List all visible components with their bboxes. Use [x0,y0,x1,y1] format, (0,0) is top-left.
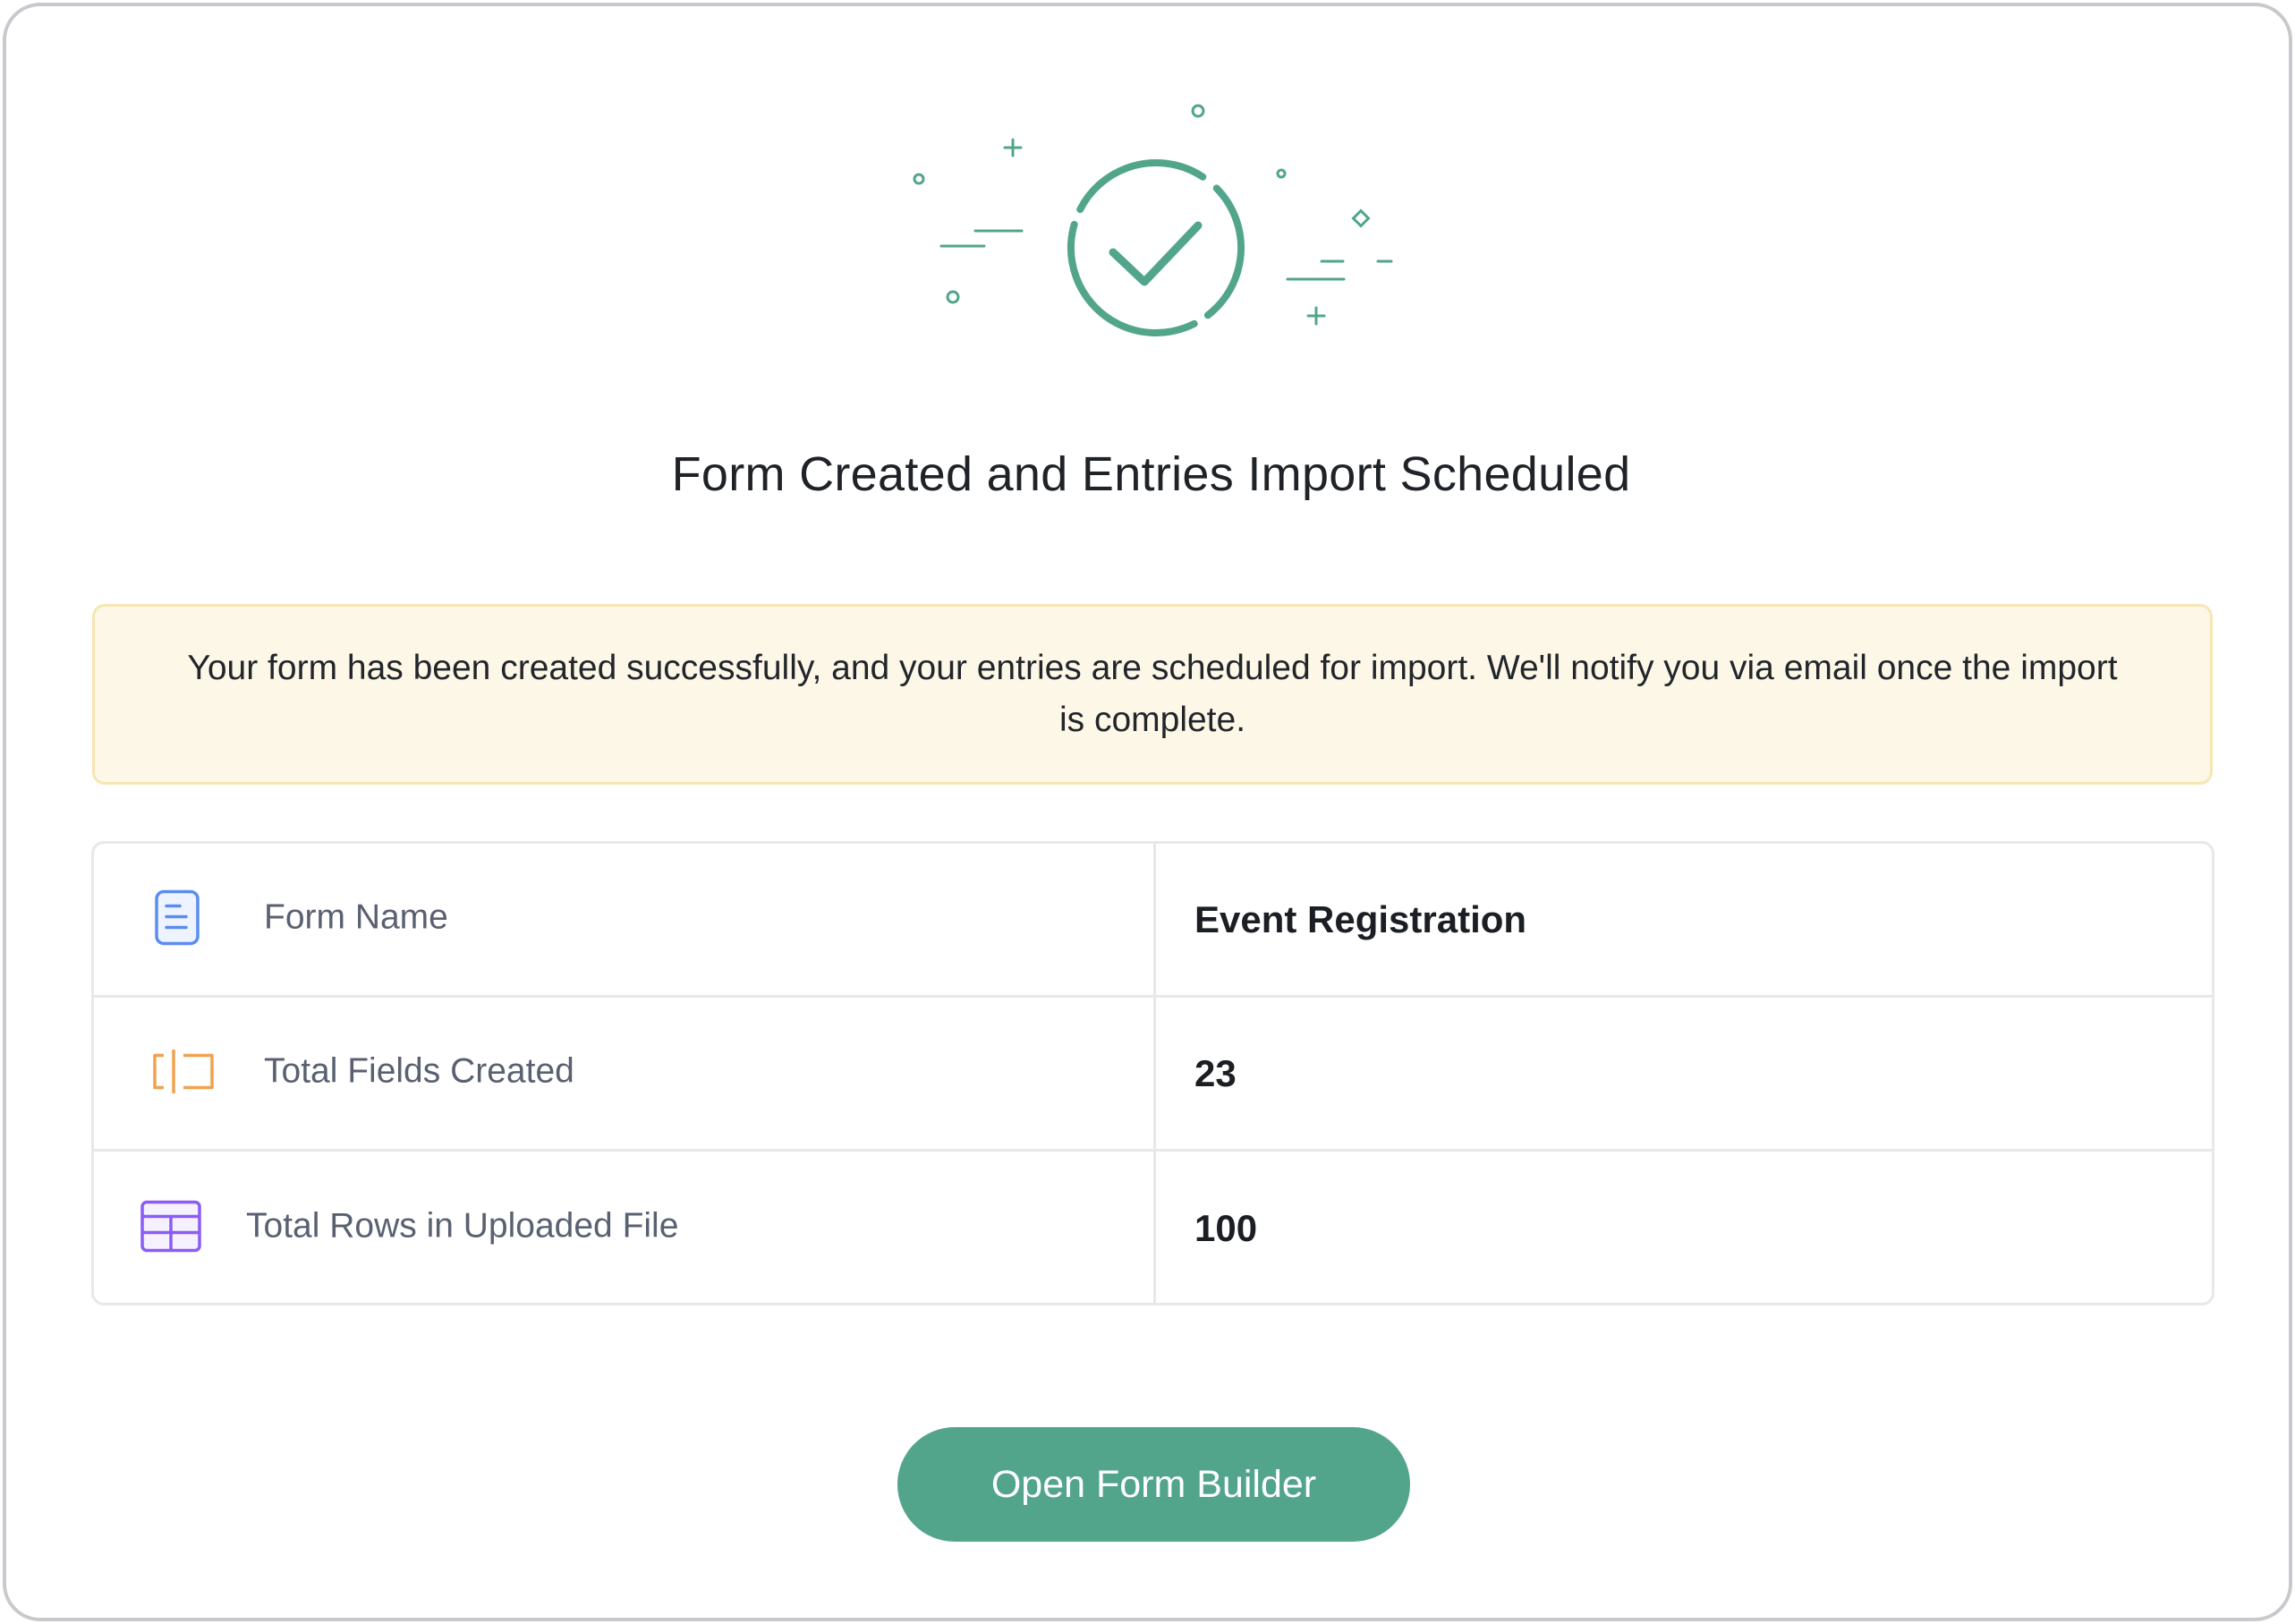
summary-table: Form Name Event Registration Total Field… [91,841,2214,1305]
success-illustration [883,91,1420,360]
notice-text: Your form has been created successfully,… [187,649,2118,739]
table-row-fields-created: Total Fields Created 23 [94,998,2212,1152]
row-label: Total Rows in Uploaded File [246,1206,679,1246]
table-row-form-name: Form Name Event Registration [94,844,2212,998]
document-icon [152,888,202,951]
table-row-rows-uploaded: Total Rows in Uploaded File 100 [94,1152,2212,1303]
dialog-title: Form Created and Entries Import Schedule… [671,447,1631,501]
success-check-icon [913,104,1393,336]
row-label: Total Fields Created [264,1050,574,1090]
row-label: Form Name [264,897,448,936]
row-value: Event Registration [1194,897,1527,940]
open-form-builder-button[interactable]: Open Form Builder [897,1427,1410,1542]
success-dialog: Form Created and Entries Import Schedule… [3,3,2292,1621]
text-field-icon [149,1048,217,1099]
table-icon [139,1199,203,1259]
row-value: 23 [1194,1051,1237,1094]
import-notice: Your form has been created successfully,… [92,604,2213,785]
row-value: 100 [1194,1207,1258,1249]
